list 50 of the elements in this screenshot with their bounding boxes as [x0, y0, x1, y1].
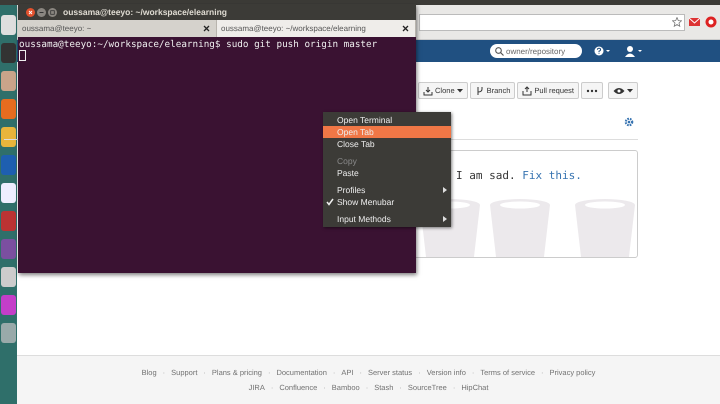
- download-icon: [423, 86, 434, 96]
- watch-button[interactable]: [608, 82, 638, 99]
- settings-icon: [624, 117, 634, 127]
- app-icon[interactable]: [1, 71, 16, 91]
- fix-link[interactable]: Fix this.: [522, 169, 582, 182]
- tab-label: oussama@teeyo: ~/workspace/elearning: [221, 24, 366, 33]
- close-icon: [402, 25, 409, 32]
- close-icon: [26, 8, 35, 16]
- app-icon[interactable]: [1, 99, 16, 119]
- eye-icon: [613, 86, 625, 94]
- window-title: oussama@teeyo: ~/workspace/elearning: [63, 7, 227, 17]
- app-icon[interactable]: [1, 295, 16, 315]
- app-icon[interactable]: [1, 127, 16, 147]
- app-icon[interactable]: [1, 43, 16, 63]
- upload-icon: [522, 86, 532, 96]
- branch-icon: [474, 86, 485, 96]
- check-icon: [326, 198, 334, 206]
- stop-icon: [705, 16, 717, 28]
- app-icon[interactable]: [1, 267, 16, 287]
- menu-item[interactable]: Show Menubar: [323, 196, 451, 208]
- menu-item[interactable]: Input Methods: [323, 213, 451, 225]
- menu-item[interactable]: Open Tab: [323, 126, 451, 138]
- app-icon[interactable]: [1, 15, 16, 35]
- menu-item[interactable]: Profiles: [323, 184, 451, 196]
- terminal-tab[interactable]: oussama@teeyo: ~: [18, 20, 217, 37]
- app-icon[interactable]: [1, 323, 16, 343]
- app-icon[interactable]: [1, 183, 16, 203]
- menu-item[interactable]: Open Terminal: [323, 114, 451, 126]
- dots-icon: [586, 88, 598, 92]
- maximize-icon: [48, 8, 57, 16]
- search-icon: [495, 46, 504, 56]
- tab-label: oussama@teeyo: ~: [22, 24, 92, 33]
- empty-message: I am sad. Fix this.: [456, 169, 583, 182]
- terminal-tab[interactable]: oussama@teeyo: ~/workspace/elearning: [217, 20, 416, 37]
- text-cursor: [19, 50, 26, 61]
- address-field[interactable]: [419, 14, 685, 30]
- avatar-icon: [624, 45, 644, 57]
- star-icon: [672, 17, 682, 27]
- more-button[interactable]: [581, 82, 603, 99]
- help-icon: [594, 46, 612, 56]
- menu-item[interactable]: Paste: [323, 167, 451, 179]
- mail-icon: [689, 16, 701, 28]
- caret-icon: [627, 88, 633, 92]
- terminal-line: oussama@teeyo:~/workspace/elearning$ sudo git push origin master: [19, 39, 378, 50]
- minimize-icon: [37, 8, 46, 16]
- submenu-arrow-icon: [443, 187, 447, 193]
- submenu-arrow-icon: [443, 216, 447, 222]
- menu-item[interactable]: Close Tab: [323, 138, 451, 150]
- close-icon: [203, 25, 210, 32]
- search-field[interactable]: owner/repository: [490, 44, 582, 58]
